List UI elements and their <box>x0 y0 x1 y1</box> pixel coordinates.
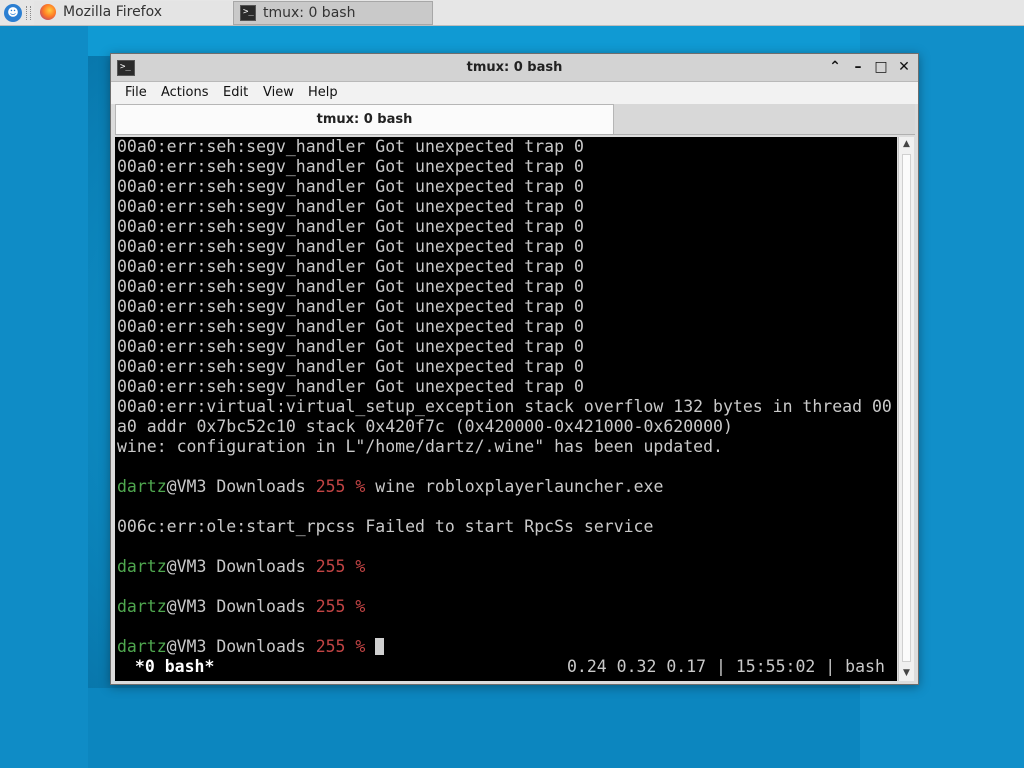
taskbar-item-label: tmux: 0 bash <box>263 5 356 21</box>
terminal-line: 00a0:err:seh:segv_handler Got unexpected… <box>117 277 584 296</box>
terminal-output[interactable]: 00a0:err:seh:segv_handler Got unexpected… <box>115 137 897 681</box>
terminal-line: 00a0:err:seh:segv_handler Got unexpected… <box>117 257 584 276</box>
terminal-prompt-line: dartz@VM3 Downloads 255 % wine robloxpla… <box>117 477 663 497</box>
taskbar-item-label: Mozilla Firefox <box>63 4 163 20</box>
close-button[interactable]: ✕ <box>895 58 913 76</box>
tab-tmux-bash[interactable]: tmux: 0 bash <box>115 104 614 134</box>
terminal-line: wine: configuration in L"/home/dartz/.wi… <box>117 437 723 456</box>
minimize-button[interactable]: – <box>849 58 867 76</box>
prompt-host: @VM3 Downloads <box>166 597 316 616</box>
maximize-button[interactable]: □ <box>872 58 890 76</box>
taskbar-separator <box>26 6 31 20</box>
chevron-up-icon[interactable]: ⌃ <box>826 58 844 76</box>
terminal-cursor <box>375 638 385 655</box>
terminal-line: 006c:err:ole:start_rpcss Failed to start… <box>117 517 654 536</box>
terminal-line: 00a0:err:seh:segv_handler Got unexpected… <box>117 297 584 316</box>
prompt-user: dartz <box>117 557 167 576</box>
firefox-icon <box>40 4 56 20</box>
prompt-exit-code: 255 % <box>315 597 366 616</box>
taskbar-item-terminal[interactable]: >_ tmux: 0 bash <box>233 1 433 25</box>
terminal-line: 00a0:err:seh:segv_handler Got unexpected… <box>117 377 584 396</box>
prompt-user: dartz <box>117 597 167 616</box>
prompt-host: @VM3 Downloads <box>166 477 316 496</box>
terminal-line: 00a0:err:virtual:virtual_setup_exception… <box>117 397 892 416</box>
terminal-line: a0 addr 0x7bc52c10 stack 0x420f7c (0x420… <box>117 417 733 436</box>
terminal-window: >_ tmux: 0 bash ⌃ – □ ✕ File Actions Edi… <box>110 53 919 685</box>
menu-help[interactable]: Help <box>308 84 338 102</box>
scroll-up-arrow-icon[interactable]: ▲ <box>899 137 914 152</box>
desktop-background <box>88 26 860 56</box>
desktop-background <box>0 26 88 768</box>
prompt-host: @VM3 Downloads <box>166 637 316 656</box>
terminal-line: 00a0:err:seh:segv_handler Got unexpected… <box>117 197 584 216</box>
terminal-icon: >_ <box>240 5 256 21</box>
window-titlebar[interactable]: >_ tmux: 0 bash ⌃ – □ ✕ <box>111 54 918 82</box>
terminal-prompt-line: dartz@VM3 Downloads 255 % <box>117 637 385 657</box>
scroll-down-arrow-icon[interactable]: ▼ <box>899 666 914 681</box>
desktop-background <box>88 688 860 768</box>
window-title: tmux: 0 bash <box>466 60 563 75</box>
terminal-line: 00a0:err:seh:segv_handler Got unexpected… <box>117 317 584 336</box>
menu-bar: File Actions Edit View Help <box>111 82 918 104</box>
prompt-exit-code: 255 % <box>315 477 366 496</box>
tab-bar: tmux: 0 bash <box>115 104 915 135</box>
prompt-command: wine robloxplayerlauncher.exe <box>365 477 664 496</box>
menu-view[interactable]: View <box>263 84 294 102</box>
taskbar: ☻ Mozilla Firefox >_ tmux: 0 bash <box>0 0 1024 26</box>
tmux-status-window: *0 bash* <box>125 657 215 676</box>
scrollbar-track[interactable] <box>902 154 911 662</box>
terminal-prompt-line: dartz@VM3 Downloads 255 % <box>117 557 365 577</box>
menu-file[interactable]: File <box>125 84 147 102</box>
prompt-command <box>365 637 375 656</box>
prompt-host: @VM3 Downloads <box>166 557 316 576</box>
start-menu-icon[interactable]: ☻ <box>4 4 22 22</box>
taskbar-item-firefox[interactable]: Mozilla Firefox <box>34 1 232 25</box>
terminal-line: 00a0:err:seh:segv_handler Got unexpected… <box>117 357 584 376</box>
terminal-prompt-line: dartz@VM3 Downloads 255 % <box>117 597 365 617</box>
menu-edit[interactable]: Edit <box>223 84 248 102</box>
terminal-line: 00a0:err:seh:segv_handler Got unexpected… <box>117 177 584 196</box>
prompt-exit-code: 255 % <box>315 637 366 656</box>
tmux-status-info: 0.24 0.32 0.17 | 15:55:02 | bash <box>567 657 885 676</box>
terminal-line: 00a0:err:seh:segv_handler Got unexpected… <box>117 337 584 356</box>
terminal-scrollbar[interactable]: ▲ ▼ <box>898 137 914 681</box>
prompt-user: dartz <box>117 637 167 656</box>
prompt-user: dartz <box>117 477 167 496</box>
terminal-line: 00a0:err:seh:segv_handler Got unexpected… <box>117 237 584 256</box>
menu-actions[interactable]: Actions <box>161 84 209 102</box>
terminal-line: 00a0:err:seh:segv_handler Got unexpected… <box>117 157 584 176</box>
prompt-exit-code: 255 % <box>315 557 366 576</box>
terminal-line: 00a0:err:seh:segv_handler Got unexpected… <box>117 137 584 156</box>
terminal-line: 00a0:err:seh:segv_handler Got unexpected… <box>117 217 584 236</box>
